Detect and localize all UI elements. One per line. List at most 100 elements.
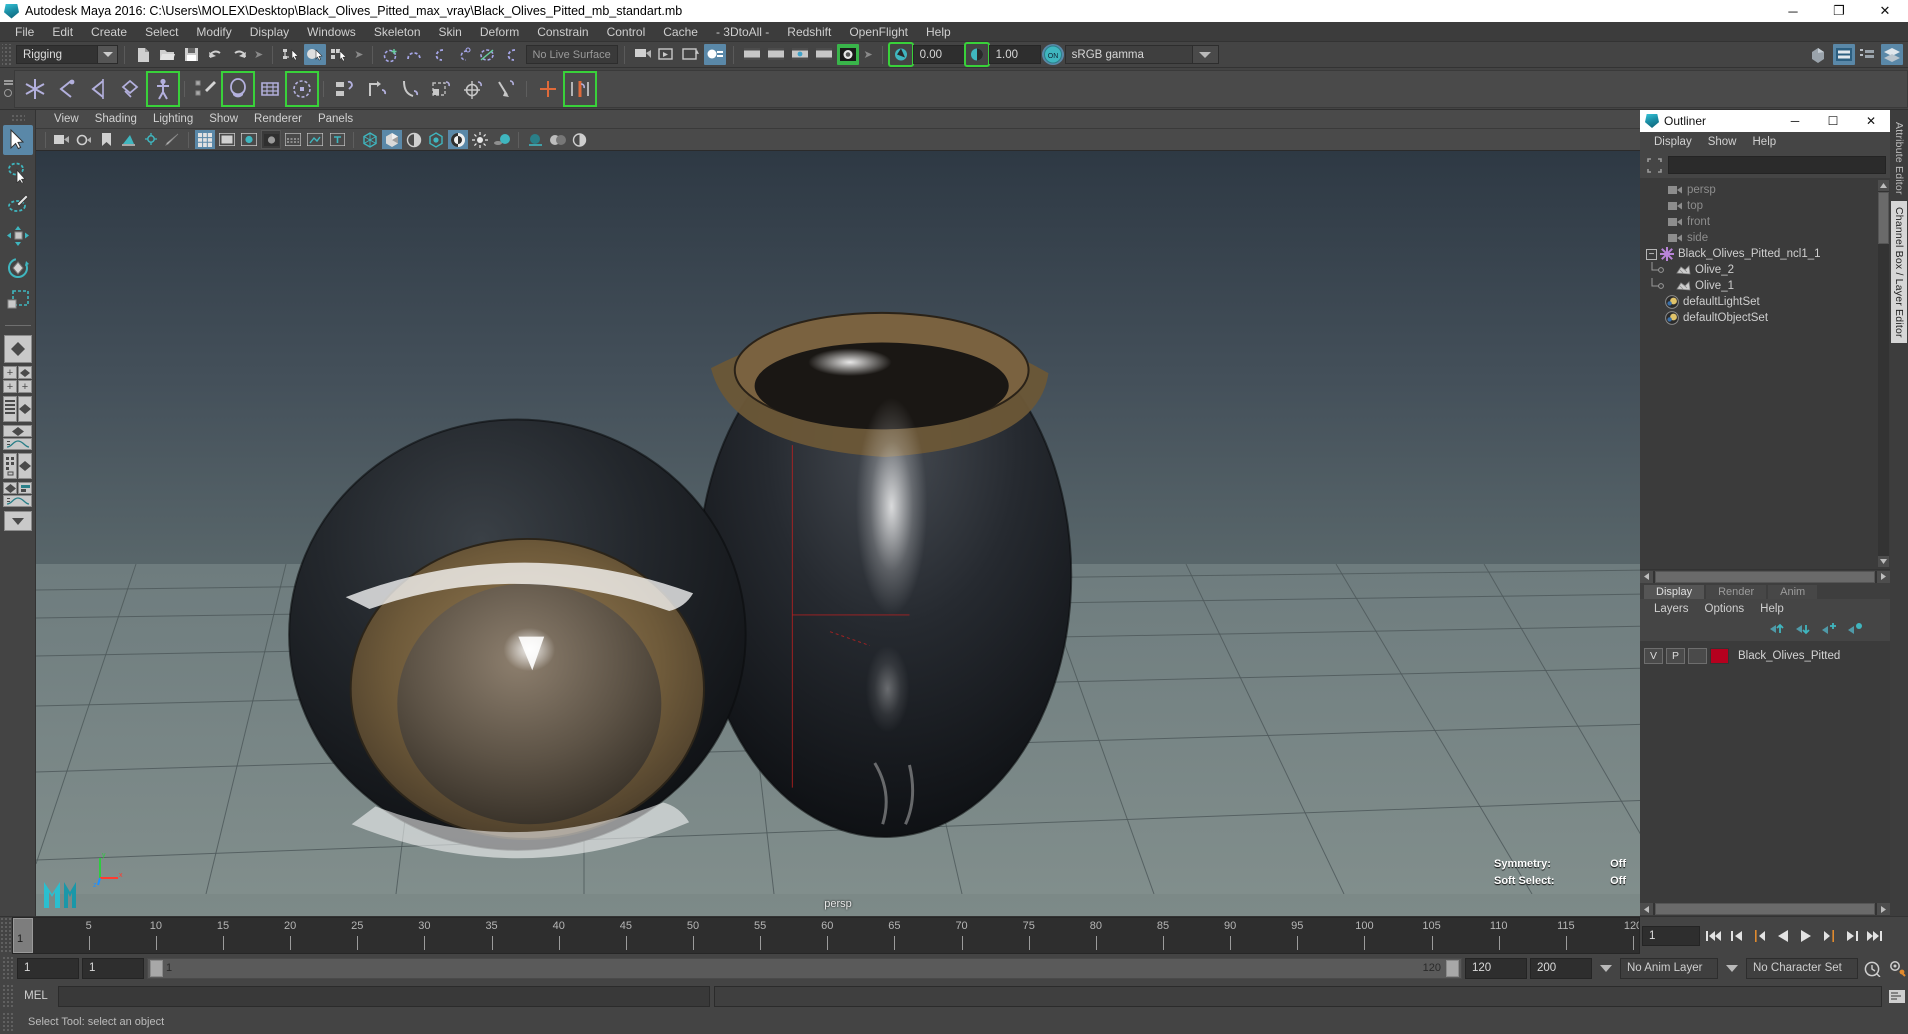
viewport-menu-renderer[interactable]: Renderer: [246, 112, 310, 126]
create-constraint-icon[interactable]: [116, 73, 146, 105]
outliner-item-side[interactable]: side: [1640, 230, 1890, 246]
layout-hypershade-persp-icon[interactable]: [3, 453, 33, 479]
menu-modify[interactable]: Modify: [187, 23, 240, 41]
current-frame-field[interactable]: 1: [1642, 925, 1700, 946]
layer-hscroll-track[interactable]: [1653, 903, 1877, 915]
anim-layer-chevron-down-icon[interactable]: [1721, 958, 1743, 979]
anim-start-time-field[interactable]: 1: [17, 957, 79, 979]
layer-menu-layers[interactable]: Layers: [1646, 602, 1697, 616]
create-layer-from-selected-icon[interactable]: [1847, 622, 1864, 638]
outliner-item-front[interactable]: front: [1640, 214, 1890, 230]
command-line-grip[interactable]: [2, 984, 14, 1008]
color-management-selector[interactable]: sRGB gamma: [1064, 45, 1193, 64]
outliner-maximize-button[interactable]: ☐: [1814, 110, 1852, 132]
range-slider-bar[interactable]: 1 120: [147, 957, 1462, 979]
outliner-minimize-button[interactable]: ─: [1776, 110, 1814, 132]
outliner-scroll-thumb[interactable]: [1878, 192, 1889, 244]
menu-help[interactable]: Help: [917, 23, 960, 41]
select-by-hierarchy-icon[interactable]: [280, 44, 302, 65]
show-hide-channel-box-icon[interactable]: [1881, 44, 1903, 65]
outliner-item-default-light-set[interactable]: defaultLightSet: [1640, 294, 1890, 310]
layer-scroll-right-icon[interactable]: [1877, 903, 1890, 915]
minimize-button[interactable]: ─: [1770, 0, 1816, 22]
viewport-3d[interactable]: y x z persp Symmetry: Off Soft Select: O…: [36, 151, 1640, 916]
layout-four-view-icon[interactable]: + + +: [3, 366, 33, 393]
script-editor-icon[interactable]: [1886, 986, 1908, 1007]
outliner-expand-toggle-icon[interactable]: −: [1646, 248, 1657, 260]
open-render-view-icon[interactable]: [632, 44, 654, 65]
outliner-scroll-right-icon[interactable]: [1877, 570, 1890, 583]
outliner-menu-help[interactable]: Help: [1745, 135, 1785, 149]
ipr-render-icon[interactable]: [680, 44, 702, 65]
command-input[interactable]: [58, 985, 710, 1007]
outliner-horizontal-scrollbar[interactable]: [1640, 569, 1890, 583]
menu-set-selector[interactable]: Rigging: [16, 45, 98, 64]
layer-playback-toggle[interactable]: P: [1666, 648, 1685, 664]
outliner-scroll-left-icon[interactable]: [1640, 570, 1653, 583]
mirror-joint-icon[interactable]: [533, 73, 563, 105]
show-hide-tool-settings-icon[interactable]: [1857, 44, 1879, 65]
move-layer-up-icon[interactable]: [1769, 622, 1786, 638]
menu-skeleton[interactable]: Skeleton: [365, 23, 430, 41]
outliner-item-olive-2[interactable]: Olive_2: [1640, 262, 1890, 278]
snap-to-view-planes-icon[interactable]: [476, 44, 498, 65]
save-scene-icon[interactable]: [180, 44, 202, 65]
playback-end-time-field[interactable]: 120: [1465, 957, 1527, 979]
shadows-icon[interactable]: [492, 130, 512, 149]
step-forward-icon[interactable]: [1842, 926, 1861, 946]
grease-pencil-icon[interactable]: [162, 130, 182, 149]
range-end-handle[interactable]: [1446, 959, 1459, 977]
snap-to-curve-icon[interactable]: [404, 44, 426, 65]
create-deformer-icon[interactable]: [221, 70, 255, 107]
menu-create[interactable]: Create: [82, 23, 136, 41]
smooth-shade-all-icon[interactable]: [382, 130, 402, 149]
go-to-end-icon[interactable]: [1865, 926, 1884, 946]
aim-constraint-icon[interactable]: [458, 73, 488, 105]
point-constraint-icon[interactable]: [362, 73, 392, 105]
exposure-icon[interactable]: [963, 42, 990, 67]
lasso-tool-icon[interactable]: [3, 157, 33, 187]
time-slider-current-frame-marker[interactable]: 1: [13, 918, 33, 953]
menu-set-chevron-down-icon[interactable]: [98, 45, 118, 64]
play-backwards-icon[interactable]: [1773, 926, 1792, 946]
outliner-menu-show[interactable]: Show: [1700, 135, 1745, 149]
outliner-hscroll-thumb[interactable]: [1655, 570, 1875, 583]
layer-list[interactable]: V P Black_Olives_Pitted: [1640, 641, 1890, 902]
film-gate-icon[interactable]: [217, 130, 237, 149]
move-layer-down-icon[interactable]: [1795, 622, 1812, 638]
tab-anim[interactable]: Anim: [1768, 585, 1818, 599]
open-scene-icon[interactable]: [156, 44, 178, 65]
gamma-field[interactable]: 0.00: [912, 45, 965, 64]
layout-single-perspective-icon[interactable]: [3, 334, 33, 364]
ik-handle-tool-icon[interactable]: [52, 73, 82, 105]
layout-outliner-persp-icon[interactable]: [3, 396, 33, 422]
menu-display[interactable]: Display: [241, 23, 298, 41]
menu-deform[interactable]: Deform: [471, 23, 528, 41]
viewport-menu-view[interactable]: View: [46, 112, 87, 126]
menu-cache[interactable]: Cache: [654, 23, 707, 41]
layer-row[interactable]: V P Black_Olives_Pitted: [1644, 647, 1886, 665]
outliner-search-input[interactable]: [1668, 156, 1886, 174]
camera-sequencer-icon[interactable]: [837, 44, 860, 65]
layer-menu-help[interactable]: Help: [1752, 602, 1792, 616]
viewport-menu-shading[interactable]: Shading: [87, 112, 145, 126]
layer-hscroll-thumb[interactable]: [1655, 903, 1875, 915]
mirror-skin-weights-icon[interactable]: [563, 70, 597, 107]
anim-end-time-field[interactable]: 200: [1530, 957, 1592, 979]
show-hide-attribute-editor-icon[interactable]: [1833, 44, 1855, 65]
help-line-grip[interactable]: [2, 1012, 14, 1032]
menu-select[interactable]: Select: [136, 23, 187, 41]
undo-icon[interactable]: [204, 44, 226, 65]
outliner-filter-icon[interactable]: [1644, 156, 1664, 174]
range-start-handle[interactable]: [150, 959, 163, 977]
paint-selection-tool-icon[interactable]: [3, 189, 33, 219]
playback-start-time-field[interactable]: 1: [82, 957, 144, 979]
outliner-item-persp[interactable]: persp: [1640, 182, 1890, 198]
outliner-item-black-olives-pitted-ncl1-1[interactable]: − Black_Olives_Pitted_ncl1_1: [1640, 246, 1890, 262]
toolbox-grip[interactable]: [10, 114, 25, 122]
menu-redshift[interactable]: Redshift: [778, 23, 840, 41]
render-settings-icon[interactable]: [704, 44, 727, 65]
play-forwards-icon[interactable]: [1796, 926, 1815, 946]
outliner-item-olive-1[interactable]: Olive_1: [1640, 278, 1890, 294]
show-hide-modeling-toolkit-icon[interactable]: [1809, 44, 1831, 65]
